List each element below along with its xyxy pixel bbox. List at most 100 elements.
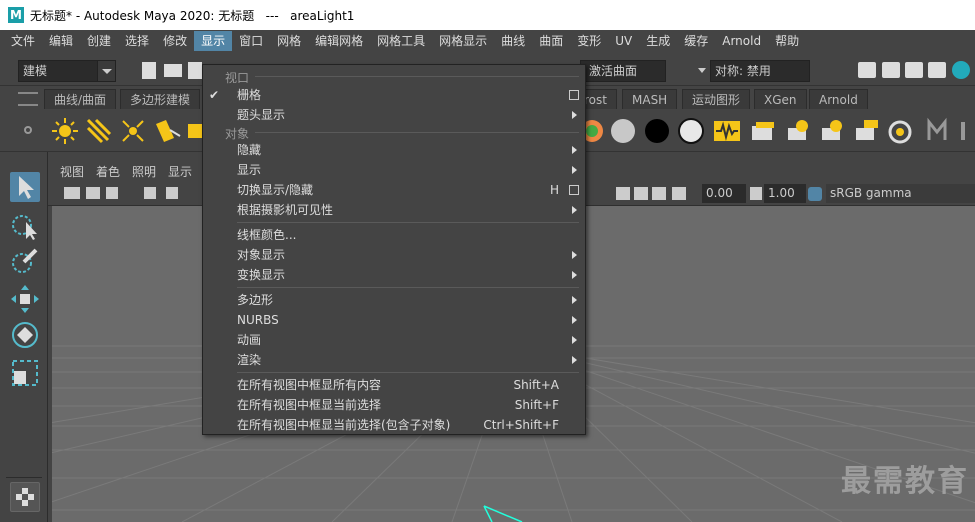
lasso-tool-icon[interactable] [10, 212, 40, 242]
bookmark-icon[interactable] [106, 187, 118, 199]
new-scene-icon[interactable] [142, 62, 156, 79]
menu-display[interactable]: 显示 [194, 31, 233, 51]
menu-edit-mesh[interactable]: 编辑网格 [308, 31, 370, 51]
menu-item-frame-all[interactable]: 在所有视图中框显所有内容 Shift+A [203, 375, 585, 395]
menu-cache[interactable]: 缓存 [677, 31, 715, 51]
menu-select[interactable]: 选择 [118, 31, 156, 51]
shelf-menu-icon[interactable] [18, 92, 38, 106]
divider [237, 372, 579, 373]
menu-windows[interactable]: 窗口 [232, 31, 270, 51]
hypershade-icon[interactable] [952, 61, 970, 79]
color-management-icon[interactable] [808, 187, 822, 201]
option-box-icon[interactable] [569, 90, 579, 100]
spot-light-icon[interactable] [152, 116, 182, 146]
menu-item-show[interactable]: 显示 [203, 160, 585, 180]
submenu-arrow-icon [572, 356, 577, 364]
tab-curves-surfaces[interactable]: 曲线/曲面 [44, 89, 117, 109]
lambert-sphere-icon[interactable] [608, 116, 638, 146]
mode-selector[interactable]: 建模 [18, 60, 116, 82]
render-settings-icon[interactable] [928, 62, 946, 78]
mash-extra-icon[interactable] [958, 116, 975, 146]
tab-motion-graphics[interactable]: 运动图形 [682, 89, 751, 109]
exposure-field[interactable]: 0.00 [702, 184, 746, 203]
select-tool-icon[interactable] [10, 172, 40, 202]
render-sequence-icon[interactable] [852, 116, 882, 146]
menu-deform[interactable]: 变形 [570, 31, 608, 51]
directional-light-icon[interactable] [84, 116, 114, 146]
render-set-icon[interactable] [784, 116, 814, 146]
menu-mesh-tools[interactable]: 网格工具 [370, 31, 432, 51]
menu-surfaces[interactable]: 曲面 [532, 31, 570, 51]
menu-uv[interactable]: UV [608, 31, 639, 51]
menu-item-toggle[interactable]: 切换显示/隐藏 H [203, 180, 585, 200]
menu-item-animation[interactable]: 动画 [203, 330, 585, 350]
gear-icon[interactable] [24, 126, 32, 134]
menu-item-headsup[interactable]: 题头显示 [203, 105, 585, 125]
menu-create[interactable]: 创建 [80, 31, 118, 51]
render-layer-icon[interactable] [818, 116, 848, 146]
gamma-field[interactable]: 1.00 [764, 184, 806, 203]
ipr-render-icon[interactable] [905, 62, 923, 78]
menu-mesh-display[interactable]: 网格显示 [432, 31, 494, 51]
option-box-icon[interactable] [569, 185, 579, 195]
menu-item-rendering[interactable]: 渲染 [203, 350, 585, 370]
panel-menu-show[interactable]: 显示 [168, 163, 192, 180]
menu-edit[interactable]: 编辑 [42, 31, 80, 51]
menu-item-frame-selection-children[interactable]: 在所有视图中框显当前选择(包含子对象) Ctrl+Shift+F [203, 415, 585, 435]
panel-menu-shading[interactable]: 着色 [96, 163, 120, 180]
menu-item-polygons[interactable]: 多边形 [203, 290, 585, 310]
white-sphere-icon[interactable] [676, 116, 706, 146]
tab-poly-modeling[interactable]: 多边形建模 [120, 89, 201, 109]
menu-item-transform-display[interactable]: 变换显示 [203, 265, 585, 285]
open-scene-icon[interactable] [164, 64, 182, 77]
menu-item-grid[interactable]: ✔ 栅格 [203, 85, 585, 105]
view-transform-field[interactable]: sRGB gamma [826, 184, 975, 203]
tab-xgen[interactable]: XGen [754, 89, 807, 109]
menu-item-frame-selection[interactable]: 在所有视图中框显当前选择 Shift+F [203, 395, 585, 415]
menu-item-nurbs[interactable]: NURBS [203, 310, 585, 330]
menu-item-wireframe-color[interactable]: 线框颜色... [203, 225, 585, 245]
menu-mesh[interactable]: 网格 [270, 31, 308, 51]
layout-icon[interactable] [10, 482, 40, 512]
chevron-down-icon[interactable] [698, 68, 706, 73]
rotate-tool-icon[interactable] [10, 320, 40, 350]
area-light-icon[interactable] [186, 116, 202, 146]
isolate-select-icon[interactable] [616, 187, 630, 200]
menu-file[interactable]: 文件 [4, 31, 42, 51]
menu-curves[interactable]: 曲线 [494, 31, 532, 51]
clapper-icon[interactable] [748, 116, 778, 146]
menu-item-object-display[interactable]: 对象显示 [203, 245, 585, 265]
tab-arnold[interactable]: Arnold [809, 89, 868, 109]
symmetry-field[interactable]: 对称: 禁用 [710, 60, 810, 82]
camera-icon[interactable] [64, 187, 80, 199]
mash-logo-icon[interactable] [926, 116, 956, 146]
menu-help[interactable]: 帮助 [768, 31, 806, 51]
target-icon[interactable] [886, 116, 916, 146]
menu-modify[interactable]: 修改 [156, 31, 194, 51]
menu-generate[interactable]: 生成 [639, 31, 677, 51]
menu-arnold[interactable]: Arnold [715, 31, 768, 51]
tab-mash[interactable]: MASH [622, 89, 678, 109]
menu-item-camera-visibility[interactable]: 根据摄影机可见性 [203, 200, 585, 220]
panel-menu-view[interactable]: 视图 [60, 163, 84, 180]
point-light-icon[interactable] [118, 116, 148, 146]
xray-joints-icon[interactable] [652, 187, 666, 200]
grid-toggle-icon[interactable] [144, 187, 156, 199]
render-frame-icon[interactable] [882, 62, 900, 78]
waveform-icon[interactable] [712, 116, 742, 146]
exposure-icon[interactable] [672, 187, 686, 200]
camera-attr-icon[interactable] [86, 187, 100, 199]
scale-tool-icon[interactable] [10, 358, 40, 388]
xray-icon[interactable] [634, 187, 648, 200]
menu-item-hide[interactable]: 隐藏 [203, 140, 585, 160]
panel-menu-lighting[interactable]: 照明 [132, 163, 156, 180]
paint-select-icon[interactable] [10, 246, 40, 276]
image-plane-icon[interactable] [166, 187, 178, 199]
black-sphere-icon[interactable] [642, 116, 672, 146]
gamma-icon[interactable] [750, 187, 762, 200]
move-tool-icon[interactable] [10, 284, 40, 314]
ambient-light-icon[interactable] [50, 116, 80, 146]
live-surface-field[interactable]: 激活曲面 [580, 60, 666, 82]
render-view-icon[interactable] [858, 62, 876, 78]
save-scene-icon[interactable] [188, 62, 202, 79]
